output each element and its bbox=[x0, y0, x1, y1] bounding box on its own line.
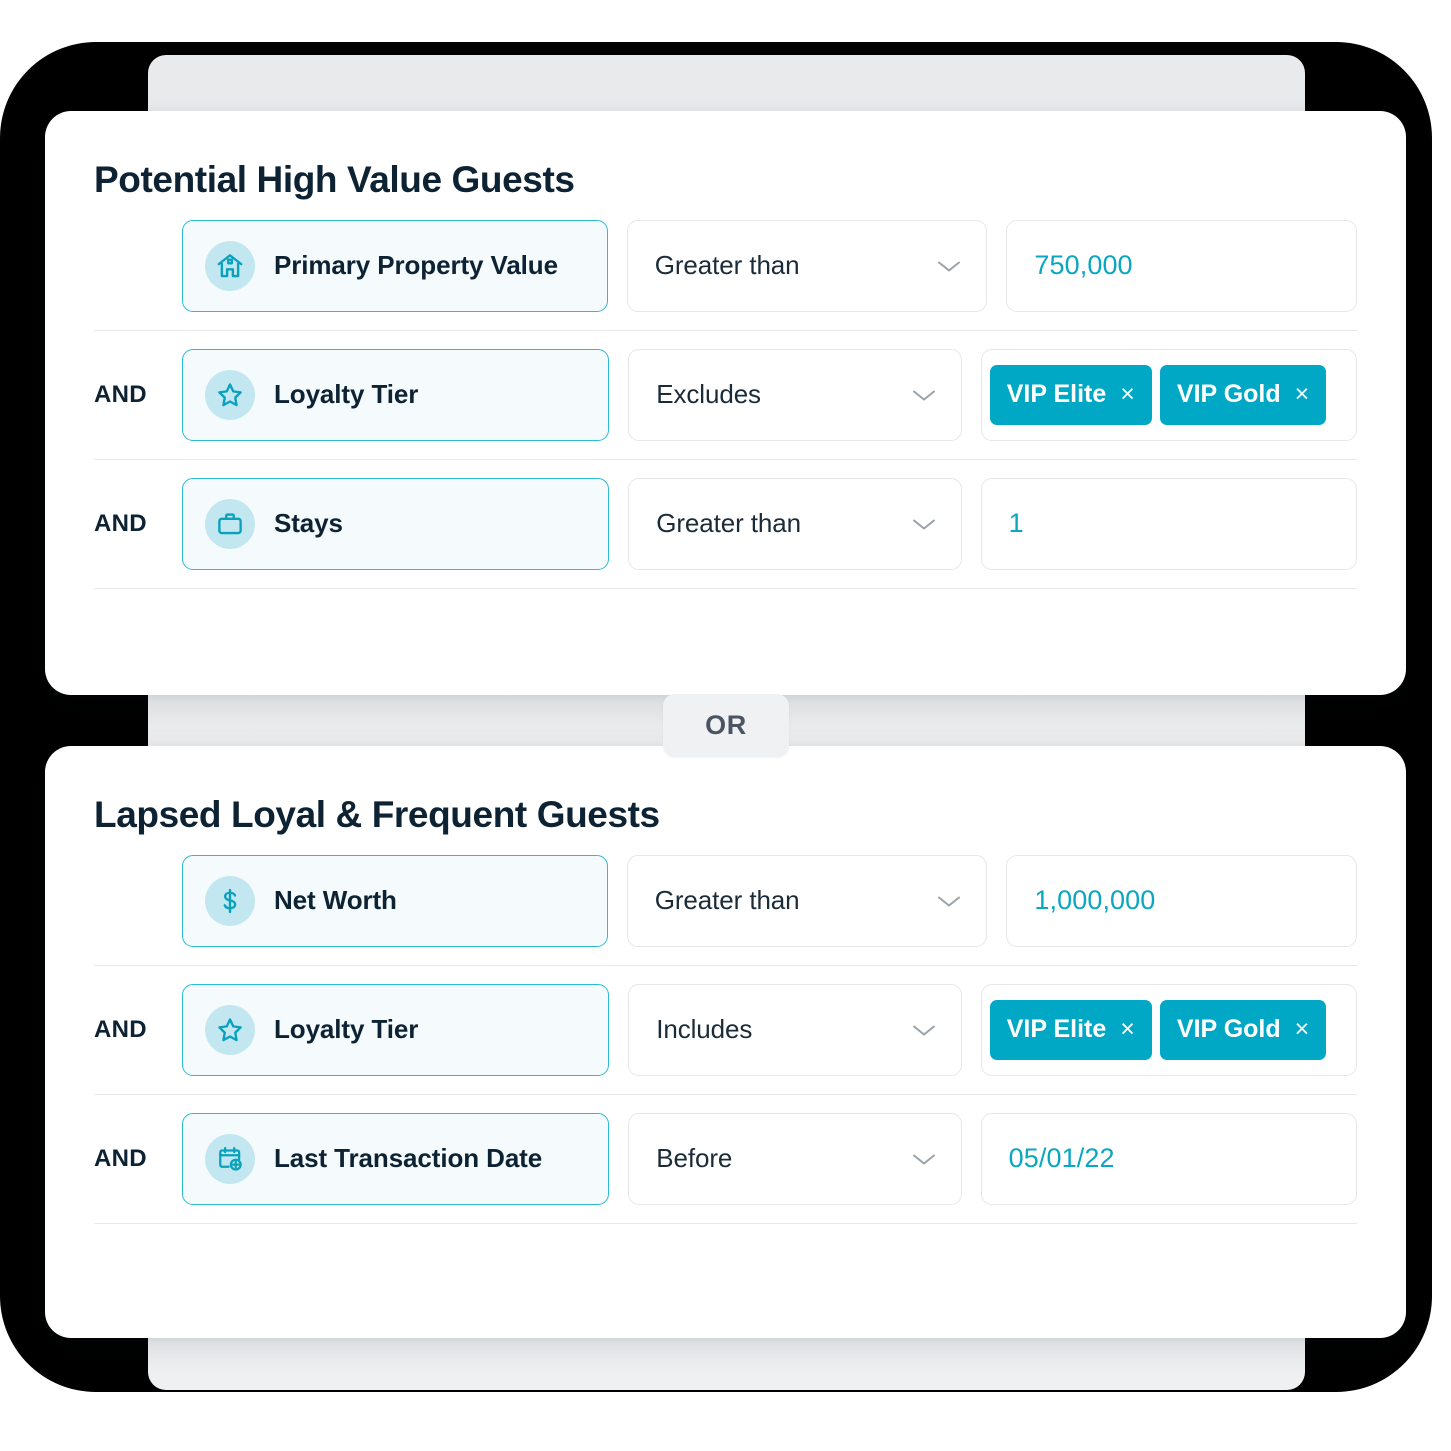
rule-row: Net Worth Greater than 1,000,000 bbox=[94, 836, 1357, 965]
attribute-selector-last-transaction-date[interactable]: Last Transaction Date bbox=[182, 1112, 610, 1205]
operator-select[interactable]: Excludes bbox=[628, 348, 962, 441]
rule-row: Primary Property Value Greater than 750,… bbox=[94, 201, 1357, 330]
value-tag-label: VIP Gold bbox=[1176, 380, 1281, 408]
star-icon bbox=[205, 369, 255, 420]
rule-connector-label: AND bbox=[94, 380, 147, 408]
operator-label: Excludes bbox=[656, 379, 761, 409]
remove-tag-icon[interactable]: × bbox=[1120, 382, 1135, 407]
attribute-label: Stays bbox=[274, 508, 343, 538]
star-icon bbox=[205, 1004, 255, 1055]
house-icon bbox=[205, 240, 255, 291]
chevron-down-icon bbox=[911, 387, 937, 403]
value-text: 1 bbox=[1008, 508, 1024, 538]
rule-list: Net Worth Greater than 1,000,000 AND Loy… bbox=[45, 836, 1406, 1223]
value-input[interactable]: 05/01/22 bbox=[980, 1112, 1357, 1205]
value-input[interactable]: 750,000 bbox=[1006, 219, 1357, 312]
value-text: 05/01/22 bbox=[1008, 1143, 1115, 1173]
value-tag[interactable]: VIP Gold × bbox=[1159, 999, 1327, 1060]
rule-row: AND Loyalty Tier Excludes VIP Elite × VI… bbox=[94, 330, 1357, 459]
value-tag-list[interactable]: VIP Elite × VIP Gold × bbox=[980, 348, 1357, 441]
row-divider bbox=[94, 588, 1357, 589]
chevron-down-icon bbox=[911, 1022, 937, 1038]
value-input[interactable]: 1,000,000 bbox=[1006, 854, 1357, 947]
segment-card-lapsed-loyal-frequent-guests: Lapsed Loyal & Frequent Guests Net Worth… bbox=[45, 746, 1406, 1338]
dollar-icon bbox=[205, 875, 255, 926]
attribute-label: Net Worth bbox=[274, 885, 397, 915]
value-tag[interactable]: VIP Elite × bbox=[989, 364, 1152, 425]
attribute-label: Primary Property Value bbox=[274, 250, 558, 280]
card-title: Potential High Value Guests bbox=[94, 159, 575, 200]
or-connector-badge[interactable]: OR bbox=[663, 694, 789, 757]
rule-connector-label: AND bbox=[94, 509, 147, 537]
operator-select[interactable]: Includes bbox=[628, 983, 962, 1076]
attribute-selector-loyalty-tier[interactable]: Loyalty Tier bbox=[182, 348, 610, 441]
operator-select[interactable]: Greater than bbox=[626, 219, 988, 312]
value-text: 1,000,000 bbox=[1034, 885, 1156, 915]
card-title: Lapsed Loyal & Frequent Guests bbox=[94, 794, 660, 835]
value-input[interactable]: 1 bbox=[980, 477, 1357, 570]
remove-tag-icon[interactable]: × bbox=[1295, 382, 1310, 407]
operator-label: Includes bbox=[656, 1014, 753, 1044]
rule-connector-label: AND bbox=[94, 1144, 147, 1172]
attribute-selector-net-worth[interactable]: Net Worth bbox=[182, 854, 608, 947]
operator-label: Before bbox=[656, 1143, 733, 1173]
rule-row: AND Stays Greater than 1 bbox=[94, 459, 1357, 588]
remove-tag-icon[interactable]: × bbox=[1120, 1017, 1135, 1042]
operator-label: Greater than bbox=[656, 508, 802, 538]
operator-select[interactable]: Greater than bbox=[628, 477, 962, 570]
rule-row: AND Last Transaction Date Before 05/01/2… bbox=[94, 1094, 1357, 1223]
attribute-selector-loyalty-tier[interactable]: Loyalty Tier bbox=[182, 983, 610, 1076]
rule-row: AND Loyalty Tier Includes VIP Elite × VI… bbox=[94, 965, 1357, 1094]
value-tag-list[interactable]: VIP Elite × VIP Gold × bbox=[980, 983, 1357, 1076]
attribute-selector-primary-property-value[interactable]: Primary Property Value bbox=[182, 219, 608, 312]
chevron-down-icon bbox=[911, 1151, 937, 1167]
value-tag-label: VIP Gold bbox=[1176, 1015, 1281, 1043]
attribute-label: Loyalty Tier bbox=[274, 1014, 419, 1044]
screenshot-stage: Potential High Value Guests Primary Prop… bbox=[0, 0, 1451, 1451]
operator-select[interactable]: Before bbox=[628, 1112, 962, 1205]
attribute-label: Loyalty Tier bbox=[274, 379, 419, 409]
value-tag-label: VIP Elite bbox=[1006, 1015, 1107, 1043]
row-divider bbox=[94, 1223, 1357, 1224]
calendar-plus-icon bbox=[205, 1133, 255, 1184]
rule-list: Primary Property Value Greater than 750,… bbox=[45, 201, 1406, 588]
operator-label: Greater than bbox=[654, 250, 800, 280]
value-tag[interactable]: VIP Elite × bbox=[989, 999, 1152, 1060]
chevron-down-icon bbox=[936, 258, 962, 274]
briefcase-icon bbox=[205, 498, 255, 549]
segment-card-potential-high-value-guests: Potential High Value Guests Primary Prop… bbox=[45, 111, 1406, 695]
operator-label: Greater than bbox=[654, 885, 800, 915]
operator-select[interactable]: Greater than bbox=[626, 854, 988, 947]
value-text: 750,000 bbox=[1034, 250, 1133, 280]
attribute-label: Last Transaction Date bbox=[274, 1143, 543, 1173]
chevron-down-icon bbox=[936, 893, 962, 909]
rule-connector-label: AND bbox=[94, 1015, 147, 1043]
value-tag[interactable]: VIP Gold × bbox=[1159, 364, 1327, 425]
chevron-down-icon bbox=[911, 516, 937, 532]
attribute-selector-stays[interactable]: Stays bbox=[182, 477, 610, 570]
value-tag-label: VIP Elite bbox=[1006, 380, 1107, 408]
remove-tag-icon[interactable]: × bbox=[1295, 1017, 1310, 1042]
